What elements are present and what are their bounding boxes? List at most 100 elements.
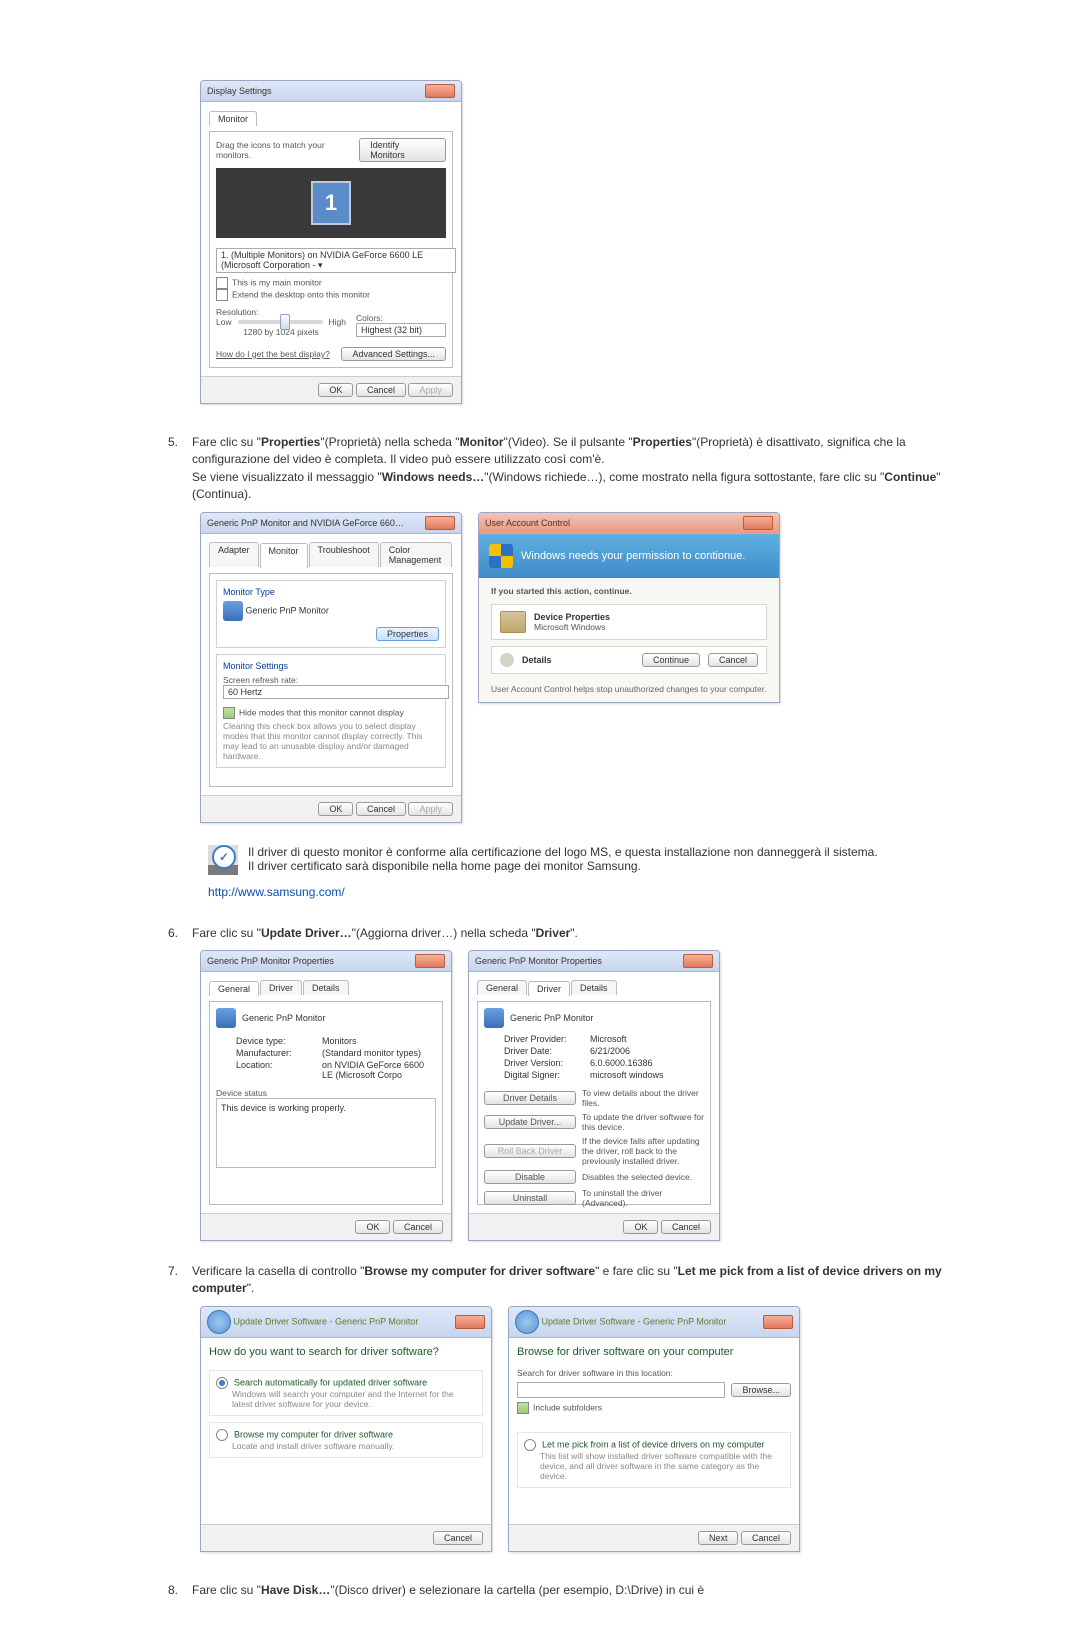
tab-color-management[interactable]: Color Management (380, 542, 452, 567)
window-props-driver: Generic PnP Monitor Properties General D… (468, 950, 720, 1241)
note-icon: ✓ (208, 845, 238, 875)
advanced-settings-button[interactable]: Advanced Settings... (341, 347, 446, 361)
step-8: 8. Fare clic su "Have Disk…"(Disco drive… (160, 1582, 960, 1599)
continue-button[interactable]: Continue (642, 653, 700, 667)
refresh-select[interactable]: 60 Hertz (223, 685, 449, 699)
tab-driver[interactable]: Driver (528, 981, 570, 996)
close-icon[interactable] (683, 954, 713, 968)
option-let-pick-desc: This list will show installed driver sof… (540, 1451, 784, 1481)
tab-details[interactable]: Details (571, 980, 617, 995)
apply-button[interactable]: Apply (408, 802, 453, 816)
option-auto-search[interactable]: Search automatically for updated driver … (216, 1377, 476, 1389)
extend-desktop-checkbox[interactable]: Extend the desktop onto this monitor (216, 289, 446, 301)
tab-monitor[interactable]: Monitor (260, 543, 308, 568)
cancel-button[interactable]: Cancel (356, 383, 406, 397)
apply-button[interactable]: Apply (408, 383, 453, 397)
close-icon[interactable] (455, 1315, 485, 1329)
option-browse-desc: Locate and install driver software manua… (232, 1441, 476, 1451)
colors-select[interactable]: Highest (32 bit) (356, 323, 446, 337)
update-driver-button[interactable]: Update Driver... (484, 1115, 576, 1129)
details-toggle[interactable]: Details (522, 655, 634, 665)
uninstall-button[interactable]: Uninstall (484, 1191, 576, 1205)
cancel-button[interactable]: Cancel (741, 1531, 791, 1545)
window-title: User Account Control (485, 518, 570, 528)
monitor-icon[interactable]: 1 (311, 181, 351, 225)
help-link[interactable]: How do I get the best display? (216, 349, 330, 359)
titlebar: Generic PnP Monitor and NVIDIA GeForce 6… (201, 513, 461, 534)
monitor-preview: 1 (216, 168, 446, 238)
option-browse[interactable]: Browse my computer for driver software (216, 1429, 476, 1441)
tab-troubleshoot[interactable]: Troubleshoot (309, 542, 379, 567)
ok-button[interactable]: OK (318, 802, 353, 816)
monitor-select[interactable]: 1. (Multiple Monitors) on NVIDIA GeForce… (216, 248, 456, 273)
properties-button[interactable]: Properties (376, 627, 439, 641)
cancel-button[interactable]: Cancel (661, 1220, 711, 1234)
include-subfolders-checkbox[interactable]: Include subfolders (517, 1402, 791, 1414)
cancel-button[interactable]: Cancel (708, 653, 758, 667)
close-icon[interactable] (763, 1315, 793, 1329)
tab-monitor[interactable]: Monitor (209, 111, 257, 126)
tab-details[interactable]: Details (303, 980, 349, 995)
titlebar: User Account Control (479, 513, 779, 534)
search-location-label: Search for driver software in this locat… (517, 1368, 791, 1378)
browse-button[interactable]: Browse... (731, 1383, 791, 1397)
location-input[interactable] (517, 1382, 725, 1398)
breadcrumb: Update Driver Software - Generic PnP Mon… (542, 1316, 727, 1326)
cancel-button[interactable]: Cancel (393, 1220, 443, 1234)
samsung-url[interactable]: http://www.samsung.com/ (208, 885, 960, 899)
step-number: 7. (160, 1263, 178, 1298)
ok-button[interactable]: OK (355, 1220, 390, 1234)
location-label: Location: (236, 1060, 316, 1080)
tab-adapter[interactable]: Adapter (209, 542, 259, 567)
chevron-down-icon[interactable] (500, 653, 514, 667)
option-auto-desc: Windows will search your computer and th… (232, 1389, 476, 1409)
monitor-name: Generic PnP Monitor (246, 605, 329, 615)
device-name: Generic PnP Monitor (242, 1013, 325, 1023)
window-display-settings: Display Settings Monitor Drag the icons … (200, 80, 462, 404)
ok-button[interactable]: OK (318, 383, 353, 397)
back-icon[interactable] (515, 1310, 539, 1334)
disable-button[interactable]: Disable (484, 1170, 576, 1184)
device-icon (500, 611, 526, 633)
hide-modes-checkbox[interactable]: Hide modes that this monitor cannot disp… (223, 707, 439, 719)
tab-driver[interactable]: Driver (260, 980, 302, 995)
main-monitor-checkbox[interactable]: This is my main monitor (216, 277, 446, 289)
tab-general[interactable]: General (477, 980, 527, 995)
step-7: 7. Verificare la casella di controllo "B… (160, 1263, 960, 1298)
status-box: This device is working properly. (216, 1098, 436, 1168)
cancel-button[interactable]: Cancel (433, 1531, 483, 1545)
device-name: Generic PnP Monitor (510, 1013, 593, 1023)
slider-high-label: High (329, 317, 346, 327)
cancel-button[interactable]: Cancel (356, 802, 406, 816)
monitor-icon (223, 601, 243, 621)
step-number: 5. (160, 434, 178, 504)
close-icon[interactable] (425, 516, 455, 530)
hide-modes-desc: Clearing this check box allows you to se… (223, 721, 439, 762)
resolution-slider[interactable] (238, 320, 323, 324)
step-text: Fare clic su "Update Driver…"(Aggiorna d… (192, 925, 960, 942)
window-title: Generic PnP Monitor and NVIDIA GeForce 6… (207, 518, 407, 528)
identify-monitors-button[interactable]: Identify Monitors (359, 138, 446, 162)
signer-label: Digital Signer: (504, 1070, 584, 1080)
date-value: 6/21/2006 (590, 1046, 704, 1056)
window-uac: User Account Control Windows needs your … (478, 512, 780, 703)
titlebar: Update Driver Software - Generic PnP Mon… (509, 1307, 799, 1338)
rollback-driver-button[interactable]: Roll Back Driver (484, 1144, 576, 1158)
wizard-heading: Browse for driver software on your compu… (517, 1346, 791, 1358)
ok-button[interactable]: OK (623, 1220, 658, 1234)
tab-general[interactable]: General (209, 981, 259, 996)
titlebar: Generic PnP Monitor Properties (201, 951, 451, 972)
close-icon[interactable] (415, 954, 445, 968)
provider-value: Microsoft (590, 1034, 704, 1044)
monitor-icon (484, 1008, 504, 1028)
option-let-pick[interactable]: Let me pick from a list of device driver… (524, 1439, 784, 1451)
next-button[interactable]: Next (698, 1531, 739, 1545)
back-icon[interactable] (207, 1310, 231, 1334)
signer-value: microsoft windows (590, 1070, 704, 1080)
uac-banner-text: Windows needs your permission to contion… (521, 550, 745, 562)
driver-details-button[interactable]: Driver Details (484, 1091, 576, 1105)
note-line-2: Il driver certificato sarà disponibile n… (248, 859, 878, 873)
note-line-1: Il driver di questo monitor è conforme a… (248, 845, 878, 859)
close-icon[interactable] (425, 84, 455, 98)
close-icon[interactable] (743, 516, 773, 530)
